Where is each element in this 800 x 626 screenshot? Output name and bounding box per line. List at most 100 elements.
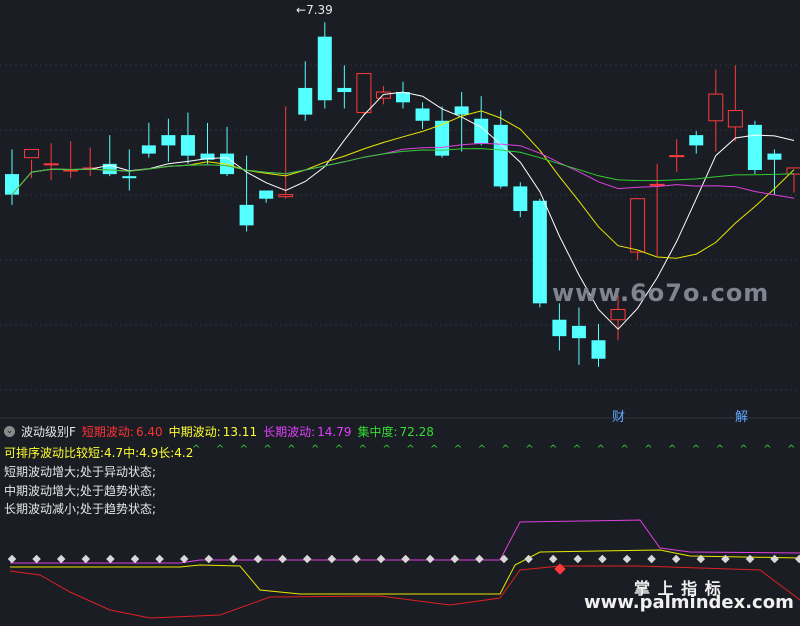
up-caret-marker: ^ (216, 444, 224, 455)
level-diamond-marker (721, 554, 730, 564)
level-diamond-marker (56, 554, 66, 564)
level-diamond-marker (278, 554, 287, 564)
candle-body (317, 36, 332, 101)
candle-body (591, 340, 606, 359)
level-diamond-marker (352, 554, 361, 564)
candle-body (239, 204, 254, 226)
high-price-value: 7.39 (306, 3, 333, 17)
up-caret-marker: ^ (406, 444, 414, 455)
signal-diamond-marker (554, 563, 566, 575)
level-diamond-marker (401, 554, 410, 564)
chart-gridlines (0, 64, 800, 391)
stock-chart[interactable]: ^ ^ ^ ^ ^ ^ ^ ^ ^ ^ ^ ^ ^ ^ ^ ^ ^ ^ ^ ^ ^ ^ ^ ^ ^ ^ (0, 0, 800, 626)
indicator-name[interactable]: 波动级别F (21, 423, 76, 440)
candle-body (630, 198, 646, 253)
level-diamond-marker (573, 554, 583, 564)
candle-body (649, 183, 665, 186)
candle-body (610, 308, 626, 321)
level-diamond-marker (450, 554, 460, 564)
up-caret-marker: ^ (311, 444, 319, 455)
candle-body (708, 93, 724, 122)
event-marker-finance[interactable]: 财 (612, 406, 625, 425)
level-diamond-marker (302, 554, 312, 564)
level-diamond-marker (229, 554, 238, 564)
short-wave-label: 短期波动: (81, 425, 134, 439)
up-caret-marker: ^ (287, 444, 295, 455)
high-price-label: ←7.39 (296, 3, 333, 17)
up-caret-marker: ^ (668, 444, 676, 455)
watermark-palm-url: www.palmindex.com (584, 592, 794, 613)
up-caret-marker: ^ (549, 444, 557, 455)
up-caret-marker: ^ (644, 444, 652, 455)
up-caret-marker: ^ (716, 444, 724, 455)
level-diamond-marker (204, 554, 214, 564)
level-diamond-marker (622, 554, 632, 564)
candle-body (356, 73, 372, 114)
level-diamond-marker (770, 554, 779, 564)
high-arrow-icon: ← (296, 3, 307, 17)
up-caret-marker: ^ (359, 444, 367, 455)
candle-body (532, 200, 547, 304)
candle-body (727, 110, 743, 128)
level-diamond-marker (647, 554, 656, 564)
level-diamond-marker (155, 554, 164, 564)
level-diamond-marker (32, 554, 41, 564)
up-caret-marker: ^ (240, 444, 248, 455)
wave-compare-text: 可排序波动比较短:4.7中:4.9长:4.2 (4, 446, 194, 460)
up-caret-marker: ^ (763, 444, 771, 455)
short-wave-value: 6.40 (135, 424, 163, 439)
level-diamond-marker (327, 554, 337, 564)
up-caret-marker: ^ (573, 444, 581, 455)
up-caret-marker: ^ (454, 444, 462, 455)
candle-body (454, 106, 469, 115)
up-caret-marker: ^ (692, 444, 700, 455)
candle-body (767, 153, 782, 160)
indicator-header: ⌄ 波动级别F 短期波动: 6.40 中期波动: 13.11 长期波动: 14.… (4, 423, 434, 440)
up-caret-marker: ^ (335, 444, 343, 455)
mid-wave-value: 13.11 (222, 424, 258, 439)
candle-body (689, 135, 704, 146)
level-diamond-marker (106, 554, 115, 564)
up-caret-marker: ^ (525, 444, 533, 455)
up-caret-marker: ^ (478, 444, 486, 455)
candle-body (747, 124, 762, 170)
candle-body (415, 108, 430, 121)
up-caret-marker: ^ (263, 444, 271, 455)
level-diamond-marker (130, 554, 140, 564)
candle-body (63, 169, 79, 172)
level-diamond-marker (253, 554, 263, 564)
level-diamond-marker (81, 554, 91, 564)
event-marker-jie[interactable]: 解 (735, 406, 748, 425)
level-diamond-marker (475, 554, 484, 564)
up-caret-marker: ^ (787, 444, 795, 455)
mid-wave-label: 中期波动: (168, 425, 221, 439)
short-status-text: 短期波动增大;处于异动状态; (4, 465, 157, 479)
level-diamond-marker (499, 554, 509, 564)
up-caret-marker: ^ (382, 444, 390, 455)
up-caret-marker: ^ (597, 444, 605, 455)
level-diamond-marker (376, 554, 386, 564)
long-status-text: 长期波动减小;处于趋势状态; (4, 502, 157, 516)
candle-body (161, 135, 176, 146)
level-diamond-marker (671, 554, 681, 564)
level-diamond-marker (7, 554, 17, 564)
candle-body (43, 163, 59, 166)
long-wave-label: 长期波动: (263, 425, 316, 439)
concentration-value: 72.28 (399, 424, 434, 439)
candle-body (337, 87, 352, 93)
up-caret-marker: ^ (501, 444, 509, 455)
indicator-settings-icon[interactable]: ⌄ (4, 426, 15, 437)
candle-body (786, 167, 800, 175)
candle-body (5, 174, 19, 195)
candle-body (571, 325, 586, 339)
level-diamond-marker (794, 554, 800, 564)
candle-body (180, 135, 195, 156)
level-diamond-marker (598, 554, 607, 564)
up-caret-marker: ^ (430, 444, 438, 455)
level-diamond-marker (745, 554, 755, 564)
candle-body (552, 319, 567, 337)
candle-body (298, 87, 313, 115)
concentration-label: 集中度: (357, 425, 398, 439)
candle-body (259, 190, 274, 199)
candle-body (122, 176, 137, 179)
